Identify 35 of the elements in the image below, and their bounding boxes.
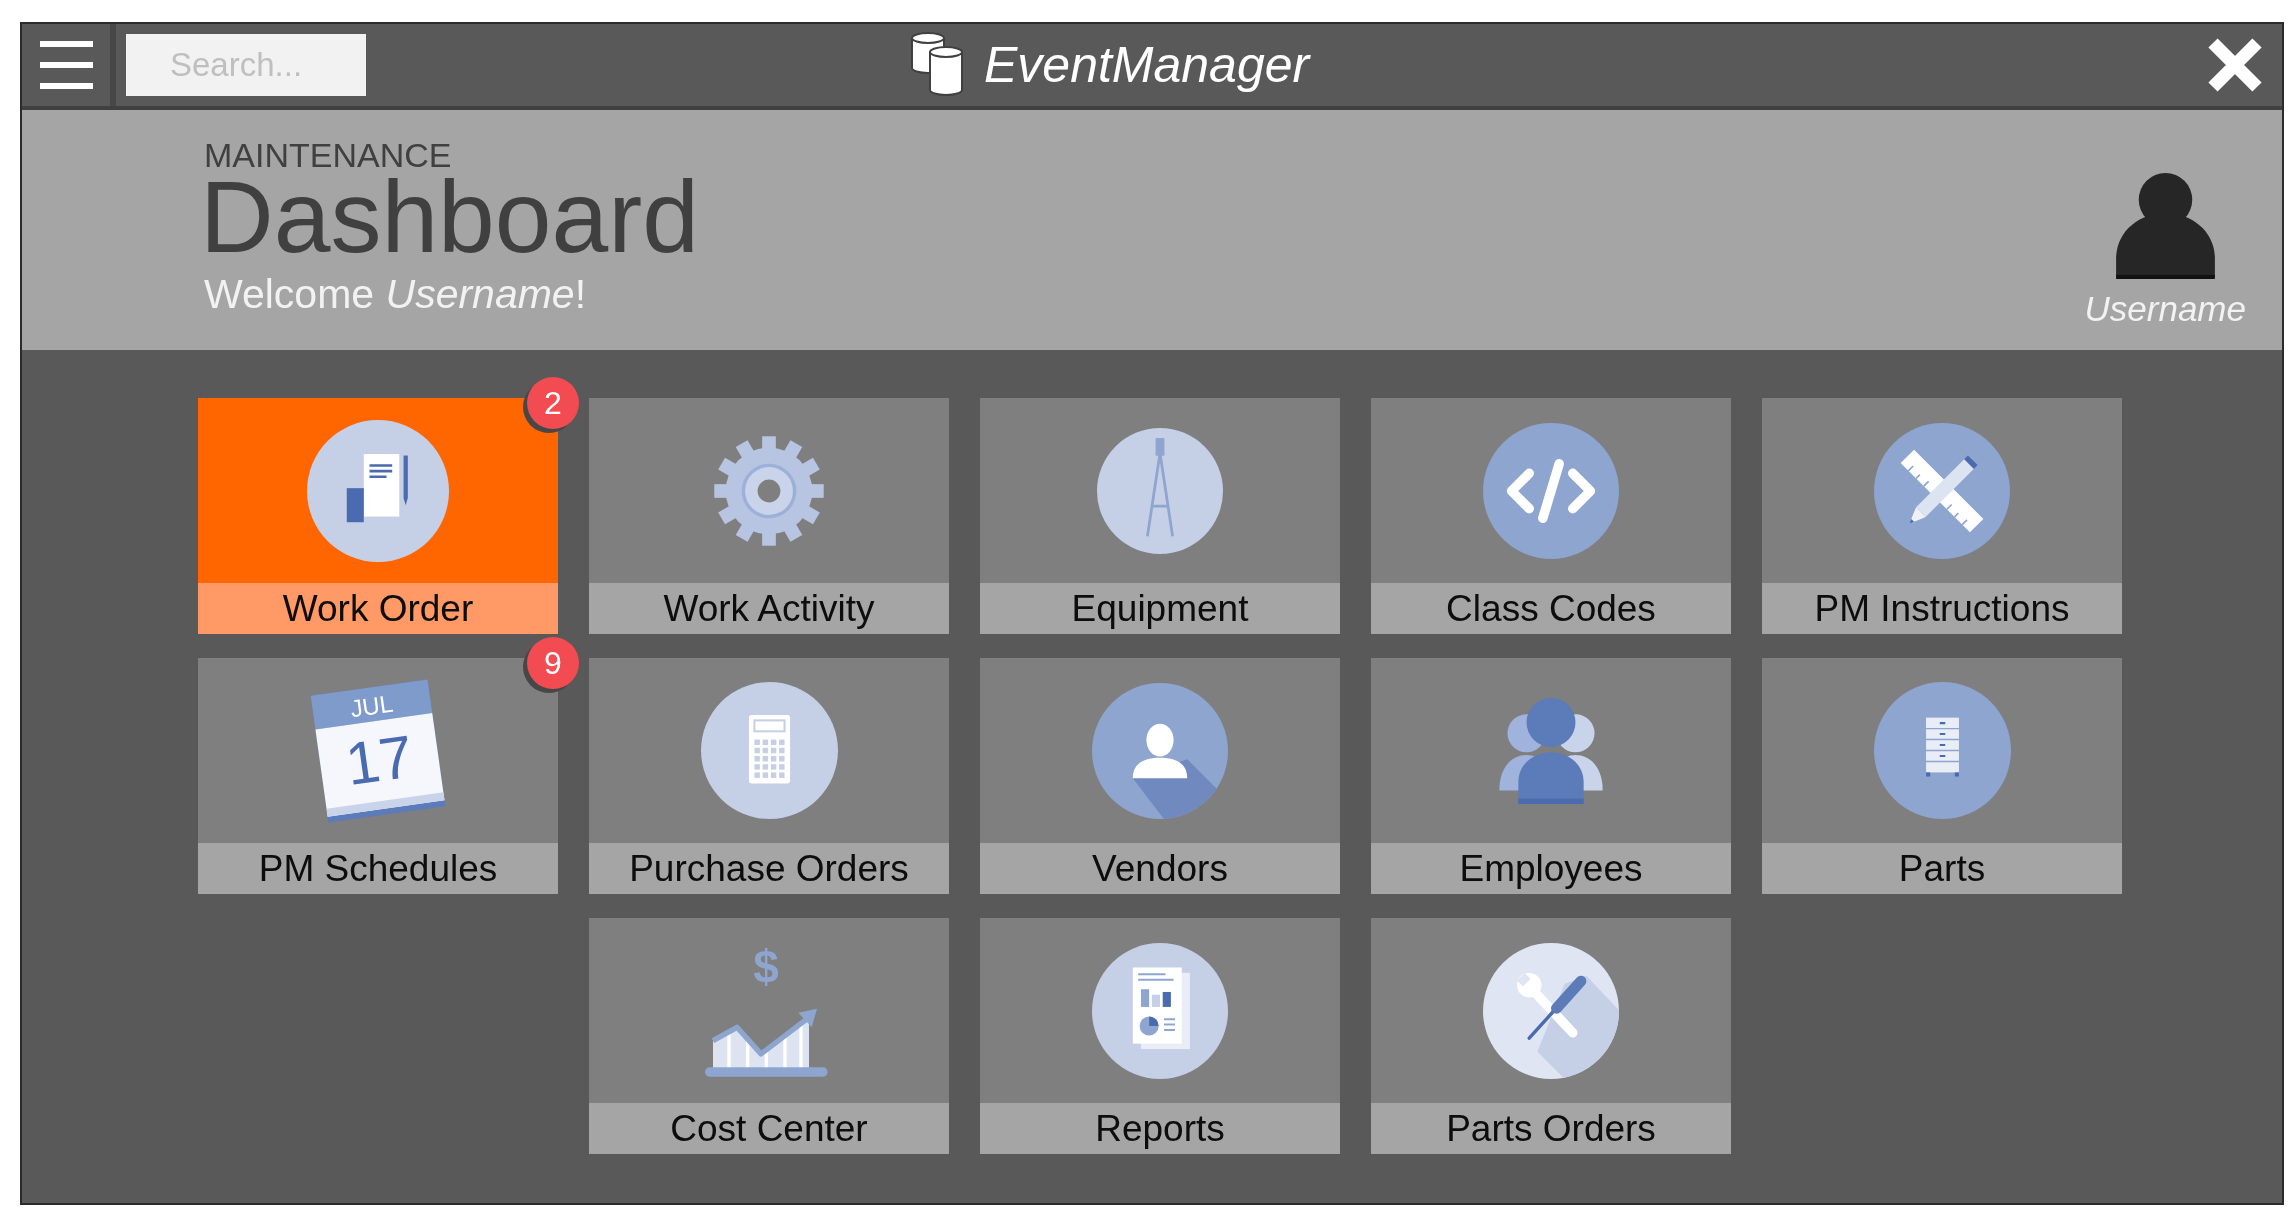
wrench-screwdriver-icon (1483, 942, 1619, 1079)
calendar-month: JUL (348, 691, 395, 724)
app-title: EventManager (984, 40, 1310, 90)
welcome-message: Welcome Username! (204, 273, 588, 315)
currency-symbol: $ (753, 943, 779, 990)
dashboard-tile[interactable]: Class Codes (1371, 398, 1731, 634)
section-label: MAINTENANCE (204, 138, 453, 172)
user-avatar-icon (2113, 172, 2217, 279)
dashboard-tile[interactable]: Parts (1762, 658, 2122, 894)
user-name: Username (2084, 291, 2246, 326)
dashboard-tile[interactable]: Parts Orders (1371, 918, 1731, 1154)
dashboard-tile[interactable]: Equipment (980, 398, 1340, 634)
drawer-cabinet-icon (1873, 682, 2011, 819)
ruler-pencil-icon (1874, 422, 2010, 559)
database-icon (910, 32, 964, 98)
calendar-day: 17 (342, 726, 417, 795)
dashboard-tile[interactable]: Work Activity (589, 398, 949, 634)
calculator-icon (700, 682, 838, 819)
notification-badge: 2 (527, 377, 579, 429)
dashboard-tile[interactable]: Reports (980, 918, 1340, 1154)
page-title: Dashboard (200, 172, 699, 264)
close-icon[interactable] (2208, 38, 2262, 92)
gear-icon (712, 433, 826, 548)
dashboard-tile[interactable]: PM Instructions (1762, 398, 2122, 634)
drafting-compass-icon (1097, 427, 1223, 554)
report-icon (1092, 942, 1228, 1079)
dashboard-tile[interactable]: Purchase Orders (589, 658, 949, 894)
menu-icon[interactable] (39, 41, 93, 89)
document-icon (307, 419, 449, 562)
dashboard-tile[interactable]: $ Cost Center (589, 918, 949, 1154)
code-icon (1483, 422, 1619, 559)
dashboard-tile[interactable]: Employees (1371, 658, 1731, 894)
dashboard-tile[interactable]: Vendors (980, 658, 1340, 894)
person-icon (1092, 682, 1228, 819)
notification-badge: 9 (527, 637, 579, 689)
